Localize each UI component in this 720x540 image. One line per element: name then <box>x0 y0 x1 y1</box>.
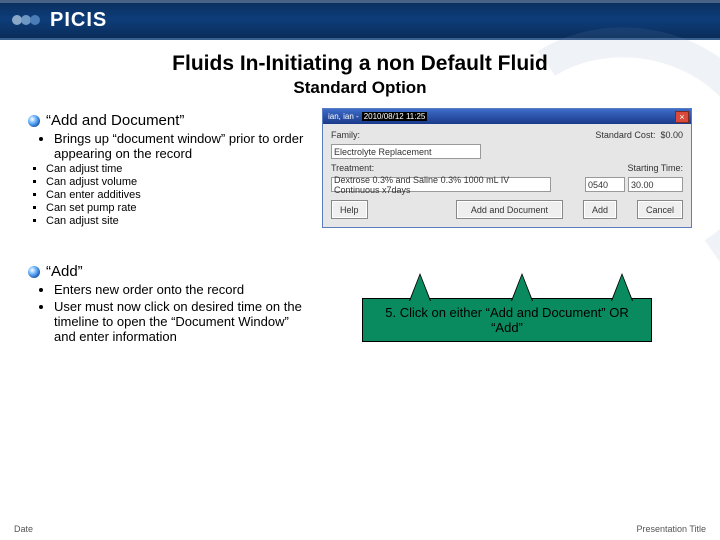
treatment-label: Treatment: <box>331 163 374 173</box>
section-heading: “Add and Document” <box>28 112 314 129</box>
bullet-item: User must now click on desired time on t… <box>54 299 314 344</box>
close-icon[interactable]: × <box>675 111 689 123</box>
sphere-bullet-icon <box>28 266 40 278</box>
section-heading-text: “Add and Document” <box>46 112 184 129</box>
footer-title: Presentation Title <box>636 524 706 534</box>
sub-bullet-item: Can set pump rate <box>46 202 314 214</box>
footer-date: Date <box>14 524 33 534</box>
slide-subtitle: Standard Option <box>28 78 692 98</box>
standard-cost-label: Standard Cost: <box>595 130 655 140</box>
dialog-titlebar: ian, ian - 2010/08/12 11:25 × <box>323 109 691 124</box>
dialog-title-prefix: ian, ian - <box>328 112 359 121</box>
starting-spin-input[interactable]: 30.00 <box>628 177 683 192</box>
starting-time-label: Starting Time: <box>627 163 683 173</box>
family-select[interactable]: Electrolyte Replacement <box>331 144 481 159</box>
standard-cost-value: $0.00 <box>660 130 683 140</box>
section-heading: “Add” <box>28 263 314 280</box>
slide-footer: Date Presentation Title <box>0 524 720 534</box>
brand-logo: PICIS <box>0 0 720 40</box>
arrow-up-icon <box>612 275 632 301</box>
family-label: Family: <box>331 130 360 140</box>
slide-title: Fluids In-Initiating a non Default Fluid <box>28 52 692 76</box>
slide-header: PICIS <box>0 0 720 40</box>
starting-time-input[interactable]: 0540 <box>585 177 625 192</box>
bullet-item: Enters new order onto the record <box>54 282 314 297</box>
dialog-title-time: 2010/08/12 11:25 <box>362 112 428 121</box>
logo-dot-icon <box>30 15 40 25</box>
sub-bullet-item: Can enter additives <box>46 189 314 201</box>
treatment-select[interactable]: Dextrose 0.3% and Saline 0.3% 1000 mL IV… <box>331 177 551 192</box>
sub-bullet-item: Can adjust time <box>46 163 314 175</box>
add-button[interactable]: Add <box>583 200 617 219</box>
sub-bullet-item: Can adjust volume <box>46 176 314 188</box>
arrow-up-icon <box>512 275 532 301</box>
treatment-dialog: ian, ian - 2010/08/12 11:25 × Family: St… <box>322 108 692 228</box>
arrow-up-icon <box>410 275 430 301</box>
cancel-button[interactable]: Cancel <box>637 200 683 219</box>
sphere-bullet-icon <box>28 115 40 127</box>
brand-name: PICIS <box>50 9 107 32</box>
help-button[interactable]: Help <box>331 200 368 219</box>
sub-bullet-item: Can adjust site <box>46 215 314 227</box>
text-column: “Add and Document” Brings up “document w… <box>28 108 314 346</box>
section-heading-text: “Add” <box>46 263 83 280</box>
bullet-item: Brings up “document window” prior to ord… <box>54 131 314 161</box>
instruction-callout: 5. Click on either “Add and Document” OR… <box>322 298 692 342</box>
add-and-document-button[interactable]: Add and Document <box>456 200 563 219</box>
callout-text: 5. Click on either “Add and Document” OR… <box>385 305 629 335</box>
